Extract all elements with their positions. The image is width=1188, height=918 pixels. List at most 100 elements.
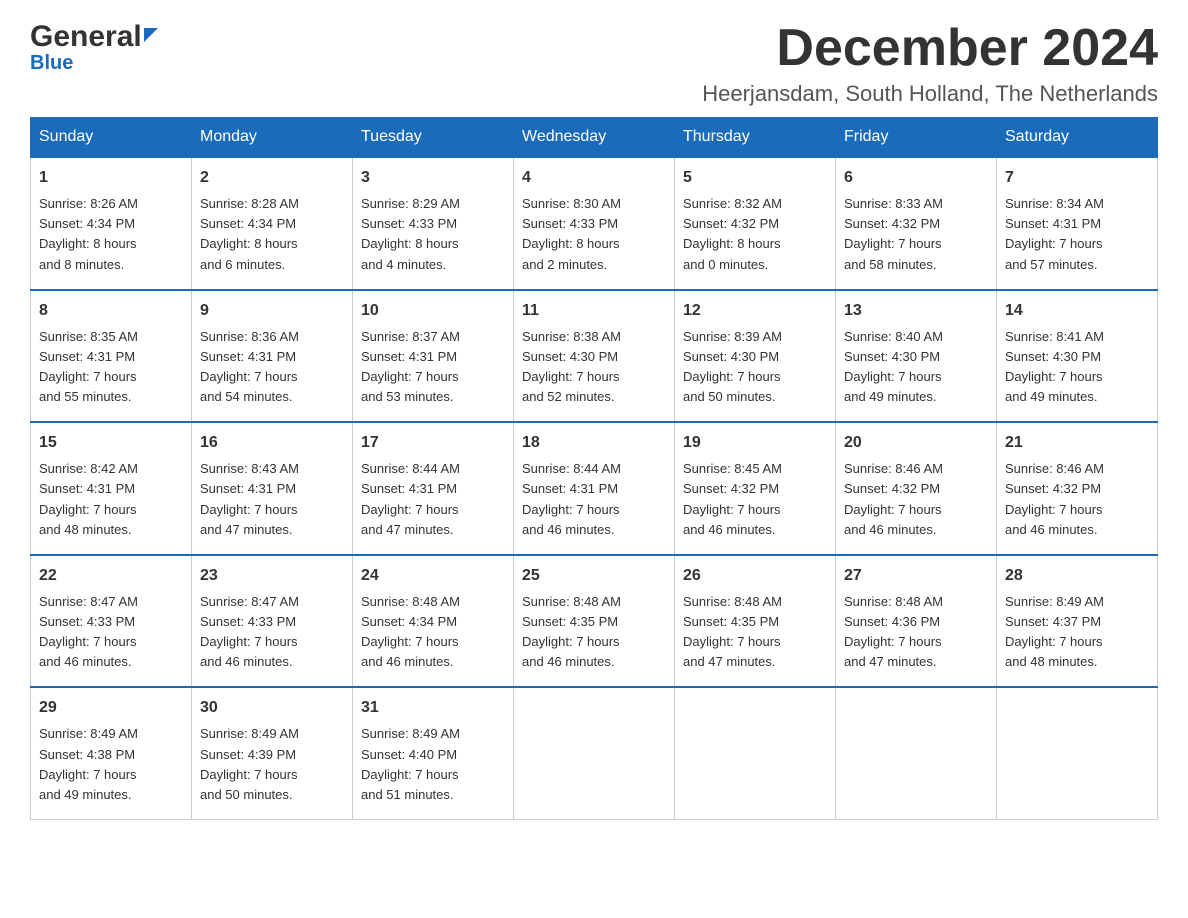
- day-info: Sunrise: 8:36 AMSunset: 4:31 PMDaylight:…: [200, 329, 299, 404]
- location-subtitle: Heerjansdam, South Holland, The Netherla…: [702, 81, 1158, 107]
- calendar-week-row: 1 Sunrise: 8:26 AMSunset: 4:34 PMDayligh…: [31, 157, 1158, 290]
- day-number: 30: [200, 696, 344, 720]
- day-number: 7: [1005, 166, 1149, 190]
- calendar-cell: 20 Sunrise: 8:46 AMSunset: 4:32 PMDaylig…: [836, 422, 997, 555]
- calendar-cell: [514, 687, 675, 819]
- logo: General Blue: [30, 20, 158, 75]
- calendar-cell: 6 Sunrise: 8:33 AMSunset: 4:32 PMDayligh…: [836, 157, 997, 290]
- calendar-cell: 5 Sunrise: 8:32 AMSunset: 4:32 PMDayligh…: [675, 157, 836, 290]
- day-number: 18: [522, 431, 666, 455]
- day-number: 11: [522, 299, 666, 323]
- logo-blue-text: Blue: [30, 52, 73, 75]
- day-info: Sunrise: 8:48 AMSunset: 4:34 PMDaylight:…: [361, 594, 460, 669]
- day-info: Sunrise: 8:48 AMSunset: 4:36 PMDaylight:…: [844, 594, 943, 669]
- day-info: Sunrise: 8:41 AMSunset: 4:30 PMDaylight:…: [1005, 329, 1104, 404]
- calendar-cell: 9 Sunrise: 8:36 AMSunset: 4:31 PMDayligh…: [192, 290, 353, 423]
- day-info: Sunrise: 8:44 AMSunset: 4:31 PMDaylight:…: [361, 461, 460, 536]
- calendar-week-row: 29 Sunrise: 8:49 AMSunset: 4:38 PMDaylig…: [31, 687, 1158, 819]
- day-info: Sunrise: 8:34 AMSunset: 4:31 PMDaylight:…: [1005, 196, 1104, 271]
- calendar-cell: 24 Sunrise: 8:48 AMSunset: 4:34 PMDaylig…: [353, 555, 514, 688]
- calendar-cell: 27 Sunrise: 8:48 AMSunset: 4:36 PMDaylig…: [836, 555, 997, 688]
- calendar-cell: [836, 687, 997, 819]
- day-number: 2: [200, 166, 344, 190]
- day-info: Sunrise: 8:47 AMSunset: 4:33 PMDaylight:…: [200, 594, 299, 669]
- calendar-cell: 1 Sunrise: 8:26 AMSunset: 4:34 PMDayligh…: [31, 157, 192, 290]
- calendar-cell: 26 Sunrise: 8:48 AMSunset: 4:35 PMDaylig…: [675, 555, 836, 688]
- day-number: 10: [361, 299, 505, 323]
- calendar-cell: 4 Sunrise: 8:30 AMSunset: 4:33 PMDayligh…: [514, 157, 675, 290]
- day-number: 26: [683, 564, 827, 588]
- day-number: 23: [200, 564, 344, 588]
- day-info: Sunrise: 8:32 AMSunset: 4:32 PMDaylight:…: [683, 196, 782, 271]
- calendar-cell: 11 Sunrise: 8:38 AMSunset: 4:30 PMDaylig…: [514, 290, 675, 423]
- day-info: Sunrise: 8:38 AMSunset: 4:30 PMDaylight:…: [522, 329, 621, 404]
- calendar-cell: 22 Sunrise: 8:47 AMSunset: 4:33 PMDaylig…: [31, 555, 192, 688]
- column-header-sunday: Sunday: [31, 118, 192, 158]
- calendar-cell: 12 Sunrise: 8:39 AMSunset: 4:30 PMDaylig…: [675, 290, 836, 423]
- day-info: Sunrise: 8:33 AMSunset: 4:32 PMDaylight:…: [844, 196, 943, 271]
- day-info: Sunrise: 8:37 AMSunset: 4:31 PMDaylight:…: [361, 329, 460, 404]
- day-number: 15: [39, 431, 183, 455]
- day-number: 29: [39, 696, 183, 720]
- day-number: 20: [844, 431, 988, 455]
- column-header-monday: Monday: [192, 118, 353, 158]
- calendar-cell: 10 Sunrise: 8:37 AMSunset: 4:31 PMDaylig…: [353, 290, 514, 423]
- calendar-header-row: SundayMondayTuesdayWednesdayThursdayFrid…: [31, 118, 1158, 158]
- calendar-cell: 3 Sunrise: 8:29 AMSunset: 4:33 PMDayligh…: [353, 157, 514, 290]
- calendar-cell: 19 Sunrise: 8:45 AMSunset: 4:32 PMDaylig…: [675, 422, 836, 555]
- calendar-cell: 17 Sunrise: 8:44 AMSunset: 4:31 PMDaylig…: [353, 422, 514, 555]
- calendar-cell: 15 Sunrise: 8:42 AMSunset: 4:31 PMDaylig…: [31, 422, 192, 555]
- day-number: 4: [522, 166, 666, 190]
- day-info: Sunrise: 8:43 AMSunset: 4:31 PMDaylight:…: [200, 461, 299, 536]
- calendar-cell: 31 Sunrise: 8:49 AMSunset: 4:40 PMDaylig…: [353, 687, 514, 819]
- column-header-friday: Friday: [836, 118, 997, 158]
- calendar-cell: 28 Sunrise: 8:49 AMSunset: 4:37 PMDaylig…: [997, 555, 1158, 688]
- day-info: Sunrise: 8:40 AMSunset: 4:30 PMDaylight:…: [844, 329, 943, 404]
- day-number: 13: [844, 299, 988, 323]
- calendar-cell: 18 Sunrise: 8:44 AMSunset: 4:31 PMDaylig…: [514, 422, 675, 555]
- day-info: Sunrise: 8:44 AMSunset: 4:31 PMDaylight:…: [522, 461, 621, 536]
- column-header-tuesday: Tuesday: [353, 118, 514, 158]
- day-info: Sunrise: 8:30 AMSunset: 4:33 PMDaylight:…: [522, 196, 621, 271]
- logo-arrow-icon: [144, 28, 158, 42]
- day-number: 5: [683, 166, 827, 190]
- month-year-title: December 2024: [702, 20, 1158, 77]
- column-header-saturday: Saturday: [997, 118, 1158, 158]
- day-number: 28: [1005, 564, 1149, 588]
- day-info: Sunrise: 8:42 AMSunset: 4:31 PMDaylight:…: [39, 461, 138, 536]
- day-info: Sunrise: 8:45 AMSunset: 4:32 PMDaylight:…: [683, 461, 782, 536]
- logo-general-text: General: [30, 20, 142, 54]
- calendar-cell: 16 Sunrise: 8:43 AMSunset: 4:31 PMDaylig…: [192, 422, 353, 555]
- column-header-thursday: Thursday: [675, 118, 836, 158]
- day-info: Sunrise: 8:26 AMSunset: 4:34 PMDaylight:…: [39, 196, 138, 271]
- calendar-table: SundayMondayTuesdayWednesdayThursdayFrid…: [30, 117, 1158, 820]
- day-number: 6: [844, 166, 988, 190]
- day-info: Sunrise: 8:28 AMSunset: 4:34 PMDaylight:…: [200, 196, 299, 271]
- day-info: Sunrise: 8:48 AMSunset: 4:35 PMDaylight:…: [683, 594, 782, 669]
- calendar-cell: 7 Sunrise: 8:34 AMSunset: 4:31 PMDayligh…: [997, 157, 1158, 290]
- calendar-cell: 23 Sunrise: 8:47 AMSunset: 4:33 PMDaylig…: [192, 555, 353, 688]
- calendar-cell: [675, 687, 836, 819]
- day-number: 17: [361, 431, 505, 455]
- calendar-cell: 29 Sunrise: 8:49 AMSunset: 4:38 PMDaylig…: [31, 687, 192, 819]
- day-number: 31: [361, 696, 505, 720]
- day-number: 27: [844, 564, 988, 588]
- day-number: 3: [361, 166, 505, 190]
- day-info: Sunrise: 8:48 AMSunset: 4:35 PMDaylight:…: [522, 594, 621, 669]
- calendar-cell: 2 Sunrise: 8:28 AMSunset: 4:34 PMDayligh…: [192, 157, 353, 290]
- day-info: Sunrise: 8:35 AMSunset: 4:31 PMDaylight:…: [39, 329, 138, 404]
- day-info: Sunrise: 8:46 AMSunset: 4:32 PMDaylight:…: [844, 461, 943, 536]
- calendar-week-row: 22 Sunrise: 8:47 AMSunset: 4:33 PMDaylig…: [31, 555, 1158, 688]
- day-number: 22: [39, 564, 183, 588]
- day-number: 24: [361, 564, 505, 588]
- calendar-cell: [997, 687, 1158, 819]
- day-number: 16: [200, 431, 344, 455]
- calendar-cell: 25 Sunrise: 8:48 AMSunset: 4:35 PMDaylig…: [514, 555, 675, 688]
- day-info: Sunrise: 8:49 AMSunset: 4:38 PMDaylight:…: [39, 726, 138, 801]
- day-number: 8: [39, 299, 183, 323]
- day-info: Sunrise: 8:39 AMSunset: 4:30 PMDaylight:…: [683, 329, 782, 404]
- day-info: Sunrise: 8:49 AMSunset: 4:39 PMDaylight:…: [200, 726, 299, 801]
- calendar-cell: 13 Sunrise: 8:40 AMSunset: 4:30 PMDaylig…: [836, 290, 997, 423]
- day-info: Sunrise: 8:29 AMSunset: 4:33 PMDaylight:…: [361, 196, 460, 271]
- day-info: Sunrise: 8:47 AMSunset: 4:33 PMDaylight:…: [39, 594, 138, 669]
